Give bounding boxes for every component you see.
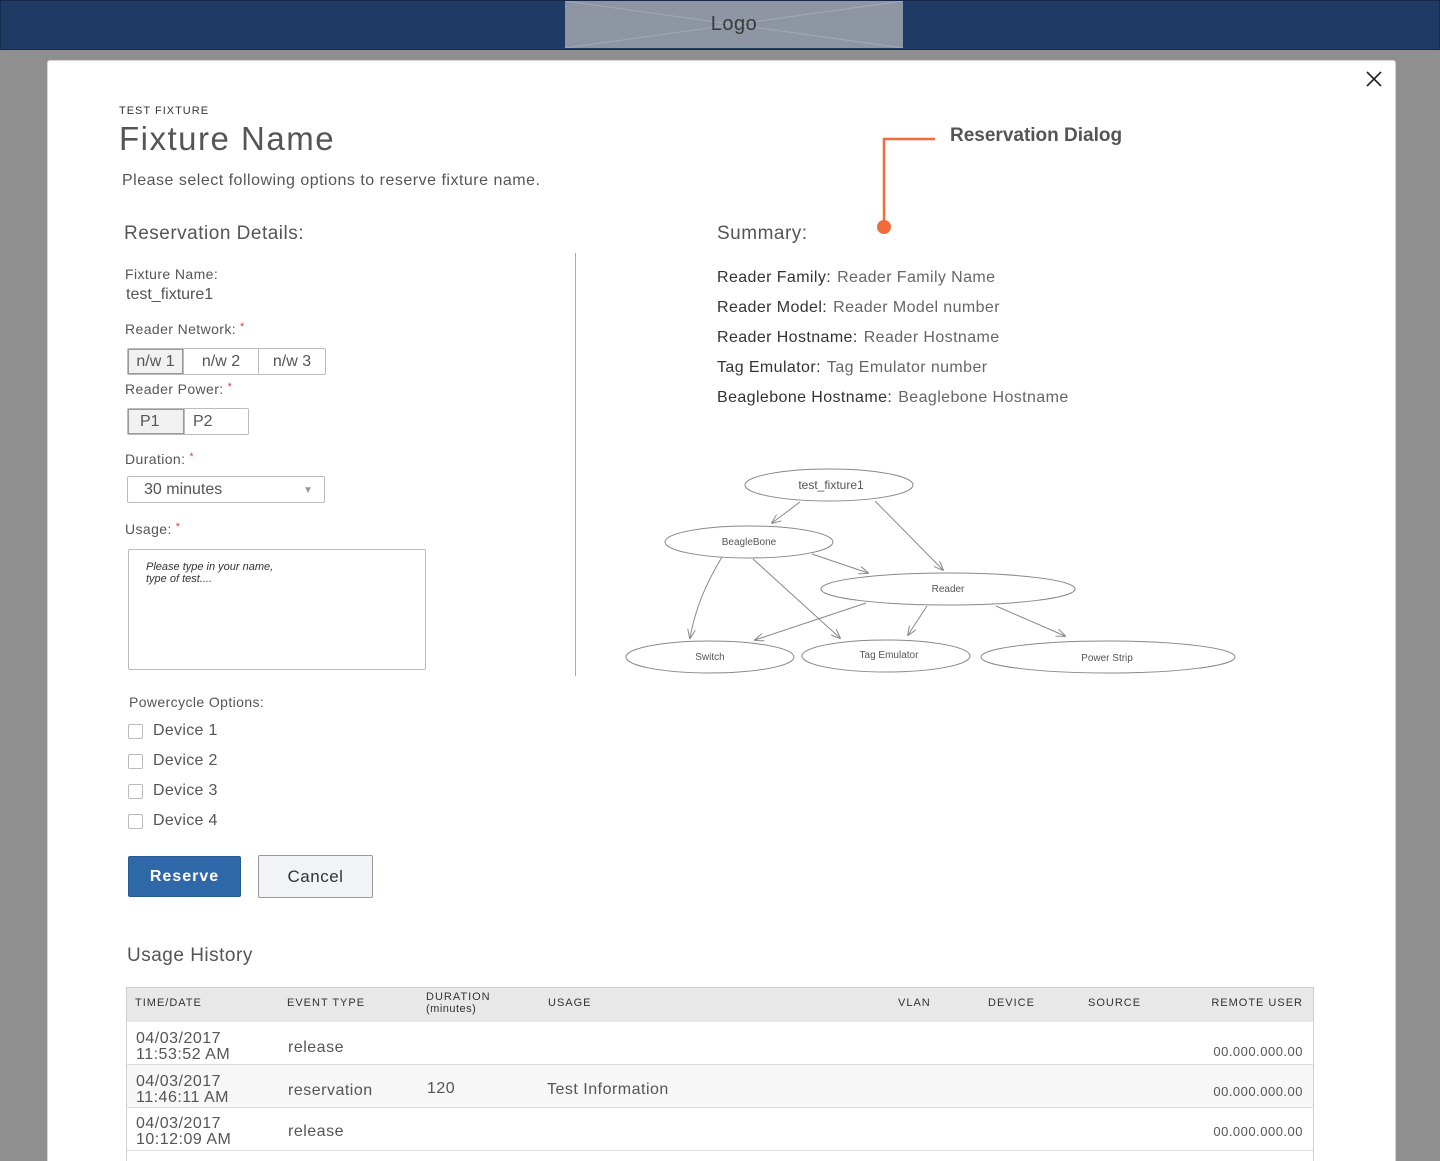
cell-remote-user: 00.000.000.00 <box>1213 1084 1303 1099</box>
node-label: Power Strip <box>1081 653 1133 664</box>
col-device[interactable]: DEVICE <box>988 997 1035 1009</box>
summary-tag-emulator: Tag Emulator: Tag Emulator number <box>717 359 988 376</box>
cell-time: 11:46:11 AM <box>136 1089 229 1106</box>
duration-select[interactable]: 30 minutes ▼ <box>127 476 325 503</box>
usage-textarea[interactable]: Please type in your name, type of test..… <box>128 549 426 670</box>
reader-power-label: Reader Power: * <box>125 381 233 397</box>
reservation-details-heading: Reservation Details: <box>124 223 305 244</box>
cell-date: 04/03/2017 <box>136 1030 222 1047</box>
summary-reader-family: Reader Family: Reader Family Name <box>717 269 996 286</box>
reader-network-selector: n/w 1 n/w 2 n/w 3 <box>127 348 326 375</box>
edge-fixture-reader <box>874 500 943 570</box>
power-option-p2[interactable]: P2 <box>185 409 248 434</box>
summary-beaglebone-hostname: Beaglebone Hostname: Beaglebone Hostname <box>717 389 1069 406</box>
cell-duration: 120 <box>427 1080 456 1097</box>
summary-reader-hostname: Reader Hostname: Reader Hostname <box>717 329 1000 346</box>
usage-history-table: TIME/DATE EVENT TYPE DURATION (minutes) U… <box>126 987 1314 1161</box>
cell-event-type: release <box>288 1039 344 1056</box>
required-marker: * <box>227 381 233 393</box>
edge-beaglebone-reader <box>811 553 868 573</box>
edge-beaglebone-switch <box>690 556 723 638</box>
checkbox-icon[interactable] <box>128 723 143 739</box>
logo-placeholder: Logo <box>565 1 903 48</box>
powercycle-options-label: Powercycle Options: <box>129 694 265 710</box>
node-label: Switch <box>695 652 724 663</box>
edge-reader-power-strip <box>995 605 1065 636</box>
col-source[interactable]: SOURCE <box>1088 997 1141 1009</box>
cancel-button[interactable]: Cancel <box>258 855 373 898</box>
node-label: Tag Emulator <box>860 650 920 661</box>
reader-power-selector: P1 P2 <box>127 408 249 435</box>
cell-time: 11:53:52 AM <box>136 1046 231 1063</box>
cell-time: 10:12:09 AM <box>136 1131 232 1148</box>
fixture-name-label: Fixture Name: <box>125 266 219 282</box>
table-header: TIME/DATE EVENT TYPE DURATION (minutes) U… <box>127 988 1313 1022</box>
device-3-checkbox[interactable]: Device 3 <box>128 782 218 800</box>
network-option-2[interactable]: n/w 2 <box>184 349 259 374</box>
device-2-checkbox[interactable]: Device 2 <box>128 752 218 770</box>
device-1-checkbox[interactable]: Device 1 <box>128 722 218 740</box>
close-icon[interactable] <box>1363 68 1385 90</box>
cell-remote-user: 00.000.000.00 <box>1213 1124 1303 1139</box>
col-time-date[interactable]: TIME/DATE <box>135 997 202 1009</box>
cell-event-type: reservation <box>288 1082 373 1099</box>
caret-down-icon: ▼ <box>303 485 313 496</box>
required-marker: * <box>240 321 245 333</box>
edge-reader-switch <box>755 602 867 640</box>
summary-heading: Summary: <box>717 223 808 244</box>
cell-date: 04/03/2017 <box>136 1115 222 1132</box>
usage-label: Usage: * <box>125 521 181 537</box>
checkbox-icon[interactable] <box>128 753 143 769</box>
power-option-p1[interactable]: P1 <box>128 409 185 434</box>
edge-reader-tag-emulator <box>908 605 928 635</box>
usage-history-heading: Usage History <box>127 945 253 966</box>
table-row[interactable]: 04/03/2017 10:12:09 AM release 00.000.00… <box>127 1108 1313 1151</box>
dialog-title: Fixture Name <box>119 120 336 157</box>
node-label: test_fixture1 <box>798 478 864 492</box>
fixture-topology-graph: test_fixture1 BeagleBone Reader Switch T… <box>625 468 1236 674</box>
col-remote-user[interactable]: REMOTE USER <box>1211 997 1303 1009</box>
dialog-eyebrow: TEST FIXTURE <box>119 105 210 117</box>
edge-fixture-beaglebone <box>772 501 801 523</box>
device-1-label: Device 1 <box>153 722 218 739</box>
cell-date: 04/03/2017 <box>136 1073 222 1090</box>
col-usage[interactable]: USAGE <box>548 997 592 1009</box>
device-4-checkbox[interactable]: Device 4 <box>128 812 218 830</box>
duration-label: Duration: * <box>125 451 195 467</box>
col-event-type[interactable]: EVENT TYPE <box>287 997 365 1009</box>
network-option-3[interactable]: n/w 3 <box>259 349 325 374</box>
required-marker: * <box>189 451 195 463</box>
cell-remote-user: 00.000.000.00 <box>1213 1044 1303 1059</box>
node-label: BeagleBone <box>722 537 777 548</box>
table-row[interactable]: 04/03/2017 11:53:52 AM release 00.000.00… <box>127 1022 1313 1065</box>
summary-reader-model: Reader Model: Reader Model number <box>717 299 1000 316</box>
reader-network-label: Reader Network: * <box>125 321 245 337</box>
cell-usage: Test Information <box>547 1081 669 1098</box>
col-vlan[interactable]: VLAN <box>898 997 931 1009</box>
annotation-pointer <box>877 137 935 234</box>
network-option-1[interactable]: n/w 1 <box>128 349 184 374</box>
col-duration[interactable]: DURATION (minutes) <box>426 991 491 1015</box>
reserve-button[interactable]: Reserve <box>128 856 241 897</box>
device-4-label: Device 4 <box>153 812 218 829</box>
dialog-subtitle: Please select following options to reser… <box>122 172 541 189</box>
device-3-label: Device 3 <box>153 782 218 799</box>
checkbox-icon[interactable] <box>128 813 143 829</box>
logo-label: Logo <box>710 13 758 35</box>
annotation-label: Reservation Dialog <box>950 125 1123 146</box>
cell-event-type: release <box>288 1123 344 1140</box>
fixture-name-value: test_fixture1 <box>126 286 214 303</box>
table-row[interactable]: 04/03/2017 11:46:11 AM reservation 120 T… <box>127 1065 1313 1108</box>
required-marker: * <box>175 521 181 533</box>
checkbox-icon[interactable] <box>128 783 143 799</box>
duration-value: 30 minutes <box>144 480 223 498</box>
device-2-label: Device 2 <box>153 752 218 769</box>
node-label: Reader <box>932 584 965 595</box>
column-divider <box>575 253 576 676</box>
